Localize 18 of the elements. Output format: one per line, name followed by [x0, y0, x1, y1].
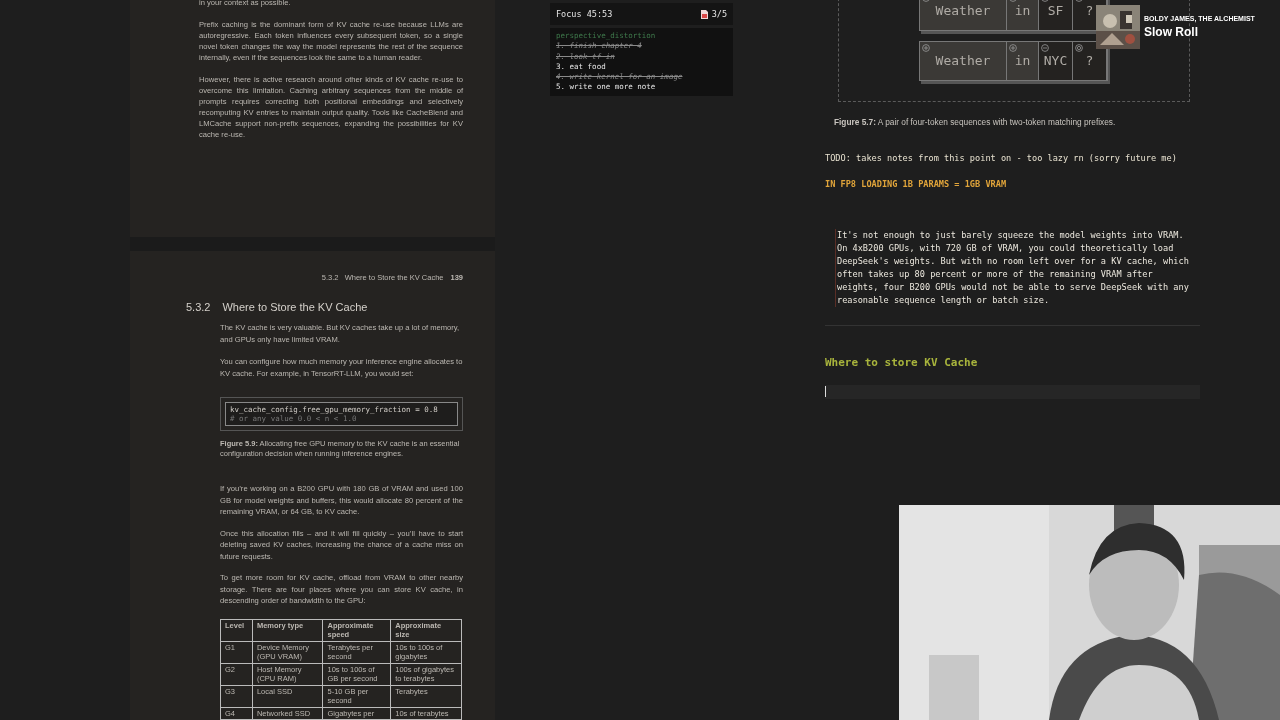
- token-text: Weather: [935, 2, 991, 21]
- task-count: 3/5: [711, 7, 727, 21]
- token-text: in: [1014, 2, 1031, 21]
- note-heading: Where to store KV Cache: [825, 355, 979, 372]
- song-title: Slow Roll: [1144, 24, 1199, 40]
- focus-timer: Focus 45:53: [556, 7, 613, 21]
- token-text: NYC: [1043, 52, 1068, 71]
- figure-caption: Figure 5.7: A pair of four-token sequences with two-token matching prefixes.: [834, 116, 1117, 129]
- note-text: IN FP8 LOADING 1B PARAMS = 1GB VRAM: [825, 178, 1008, 192]
- token-text: ?: [1085, 2, 1094, 21]
- token-text: ?: [1085, 52, 1094, 71]
- token-text: Weather: [935, 52, 991, 71]
- blockquote: It's not enough to just barely squeeze the model weights into VRAM. On 4xB200 GPUs, with 720 GB of VRAM, you could theoretically load DeepSeek's weights. But with no room left over for a KV cache, which often takes up 80 percent or more of the remaining VRAM after weights, four B200 GPUs would not be able to serve DeepSeek with any reasonable sequence length or batch size.: [835, 229, 1197, 308]
- token-text: in: [1014, 52, 1031, 71]
- section-heading: Where to Store the KV Cache: [222, 300, 368, 314]
- section-number: 5.3.2: [186, 300, 211, 314]
- note-text: TODO: takes notes from this point on - too lazy rn (sorry future me): [825, 152, 1178, 166]
- token-text: SF: [1047, 2, 1064, 21]
